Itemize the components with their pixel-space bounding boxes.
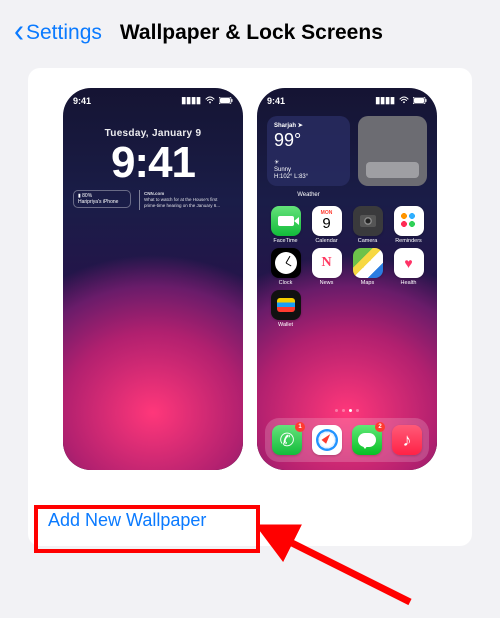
battery-icon bbox=[413, 96, 427, 106]
maps-icon bbox=[353, 248, 383, 278]
messages-badge: 2 bbox=[375, 422, 385, 432]
status-time: 9:41 bbox=[73, 96, 91, 106]
app-clock: Clock bbox=[267, 248, 304, 286]
back-button[interactable]: ‹ Settings bbox=[14, 18, 102, 48]
nav-bar: ‹ Settings Wallpaper & Lock Screens bbox=[0, 0, 500, 68]
health-icon bbox=[394, 248, 424, 278]
lock-time: 9:41 bbox=[63, 138, 243, 188]
lock-widget-battery: ▮ 80% Haripriya's iPhone bbox=[73, 190, 131, 208]
messages-icon: 2 bbox=[352, 425, 382, 455]
lock-widgets: ▮ 80% Haripriya's iPhone CNN.com What to… bbox=[73, 190, 233, 210]
page-dots bbox=[257, 409, 437, 412]
app-reminders: Reminders bbox=[390, 206, 427, 244]
news-icon bbox=[312, 248, 342, 278]
app-calendar: MON9Calendar bbox=[308, 206, 345, 244]
app-facetime: FaceTime bbox=[267, 206, 304, 244]
page-title: Wallpaper & Lock Screens bbox=[120, 21, 383, 45]
app-maps: Maps bbox=[349, 248, 386, 286]
phone-icon: 1 bbox=[272, 425, 302, 455]
back-label: Settings bbox=[26, 21, 102, 45]
lock-screen-preview[interactable]: 9:41 ▮▮▮▮ Tuesday, January 9 9:41 ▮ 80% … bbox=[63, 88, 243, 470]
status-bar: 9:41 ▮▮▮▮ bbox=[63, 95, 243, 106]
app-health: Health bbox=[390, 248, 427, 286]
photos-widget: Photos bbox=[358, 116, 427, 186]
location-arrow-icon: ➤ bbox=[298, 123, 303, 129]
calendar-icon: MON9 bbox=[312, 206, 342, 236]
wifi-icon bbox=[399, 96, 409, 106]
lock-widget-news: CNN.com What to watch for at the House's… bbox=[139, 190, 233, 210]
battery-icon bbox=[219, 96, 233, 106]
app-grid: FaceTime MON9Calendar Camera Reminders C… bbox=[267, 206, 427, 328]
home-screen-preview[interactable]: 9:41 ▮▮▮▮ Sharjah ➤ 99° ☀ bbox=[257, 88, 437, 470]
add-wallpaper-button[interactable]: Add New Wallpaper bbox=[46, 504, 208, 537]
app-camera: Camera bbox=[349, 206, 386, 244]
reminders-icon bbox=[394, 206, 424, 236]
camera-icon bbox=[353, 206, 383, 236]
facetime-icon bbox=[271, 206, 301, 236]
dock: 1 2 bbox=[265, 418, 429, 462]
phone-badge: 1 bbox=[295, 422, 305, 432]
sun-icon: ☀ bbox=[274, 160, 279, 166]
chevron-left-icon: ‹ bbox=[14, 16, 24, 49]
add-wallpaper-row: Add New Wallpaper bbox=[44, 494, 456, 546]
wallpaper-card: 9:41 ▮▮▮▮ Tuesday, January 9 9:41 ▮ 80% … bbox=[28, 68, 472, 546]
signal-icon: ▮▮▮▮ bbox=[375, 95, 395, 106]
status-time: 9:41 bbox=[267, 96, 285, 106]
signal-icon: ▮▮▮▮ bbox=[181, 95, 201, 106]
music-icon bbox=[392, 425, 422, 455]
wifi-icon bbox=[205, 96, 215, 106]
clock-icon bbox=[271, 248, 301, 278]
weather-widget: Sharjah ➤ 99° ☀ Sunny H:102° L:83° Weath… bbox=[267, 116, 350, 186]
app-news: News bbox=[308, 248, 345, 286]
wallet-icon bbox=[271, 290, 301, 320]
safari-icon bbox=[312, 425, 342, 455]
app-wallet: Wallet bbox=[267, 290, 304, 328]
status-bar: 9:41 ▮▮▮▮ bbox=[257, 95, 437, 106]
